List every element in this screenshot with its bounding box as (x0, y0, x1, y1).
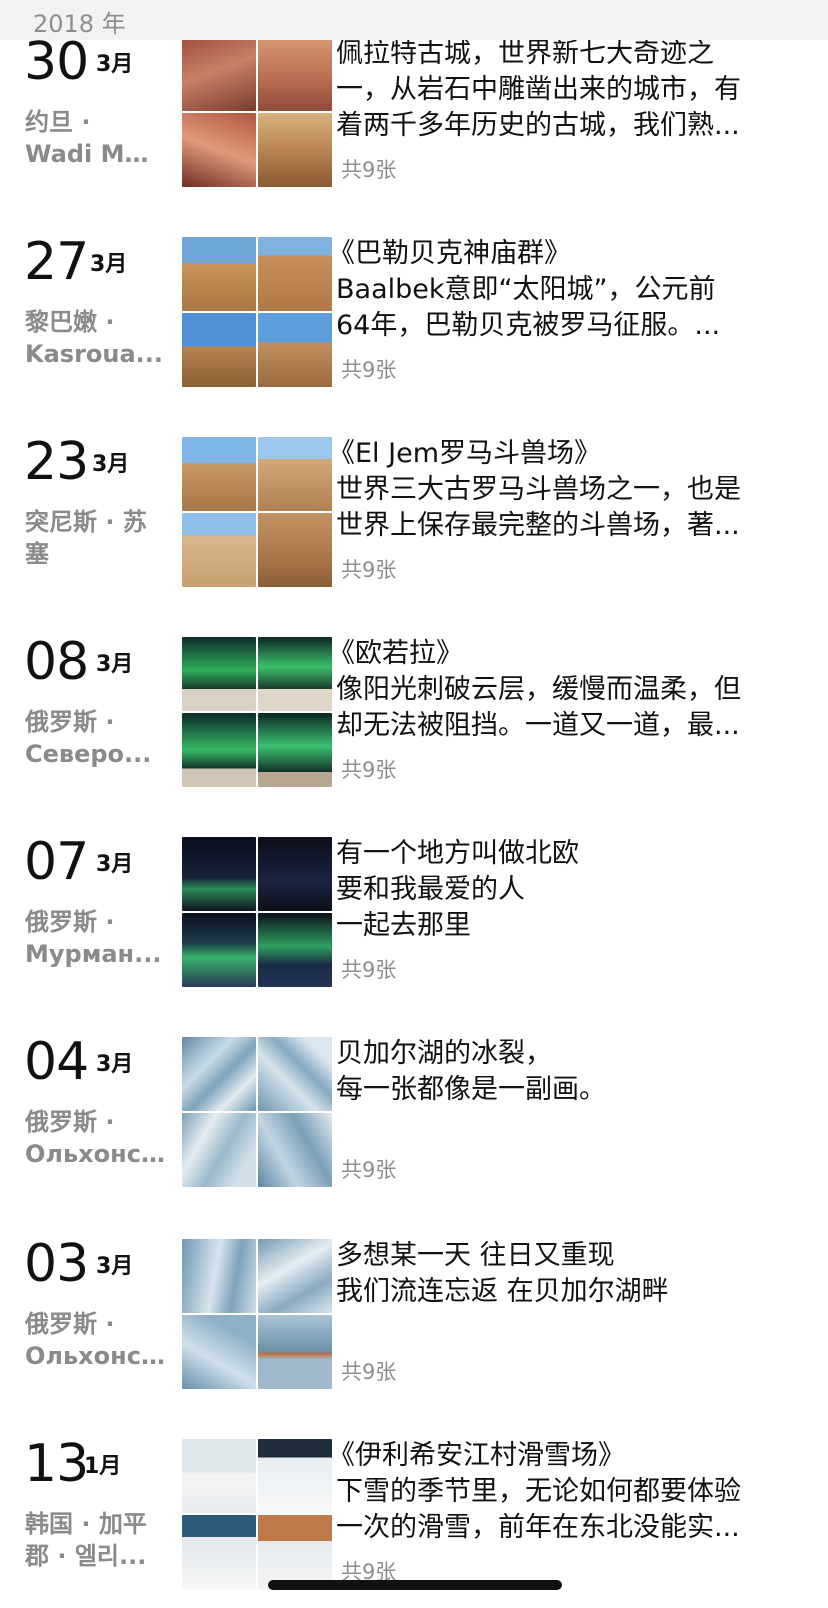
photo-thumbnail[interactable] (182, 513, 256, 587)
entry-text: 《El Jem罗马斗兽场》 世界三大古罗马斗兽场之一，也是 世界上保存最完整的斗… (328, 438, 741, 541)
thumbnail-grid[interactable] (182, 237, 332, 387)
photo-thumbnail[interactable] (258, 1515, 332, 1589)
moment-entry[interactable]: 08 3月 俄罗斯 · Северо... 《欧若拉》 像阳光刺破云层，缓慢而温… (0, 636, 828, 806)
moment-entry[interactable]: 30 3月 约旦 · Wadi Mu... 佩拉特古城，世界新七大奇迹之 一，从… (0, 36, 828, 206)
photo-thumbnail[interactable] (182, 1113, 256, 1187)
photo-thumbnail[interactable] (182, 1439, 256, 1513)
photo-thumbnail[interactable] (182, 1037, 256, 1111)
photo-thumbnail[interactable] (182, 1315, 256, 1389)
photo-thumbnail[interactable] (182, 913, 256, 987)
entry-text: 《伊利希安江村滑雪场》 下雪的季节里，无论如何都要体验 一次的滑雪，前年在东北没… (328, 1440, 741, 1543)
thumbnail-grid[interactable] (182, 1439, 332, 1589)
entry-day: 30 (24, 32, 89, 92)
thumbnail-grid[interactable] (182, 837, 332, 987)
thumbnail-grid[interactable] (182, 437, 332, 587)
photo-thumbnail[interactable] (182, 713, 256, 787)
entry-month: 3月 (92, 452, 130, 477)
entry-day: 23 (24, 432, 89, 492)
entry-location: 约旦 · Wadi Mu... (25, 108, 165, 168)
entry-month: 3月 (96, 1052, 134, 1077)
photo-thumbnail[interactable] (182, 837, 256, 911)
entry-month: 3月 (96, 852, 134, 877)
entry-location: 俄罗斯 · Ольхонс... (25, 1310, 165, 1370)
entry-text: 《欧若拉》 像阳光刺破云层，缓慢而温柔，但 却无法被阻挡。一道又一道，最... (328, 638, 741, 741)
photo-thumbnail[interactable] (258, 1037, 332, 1111)
thumbnail-grid[interactable] (182, 1239, 332, 1389)
photo-thumbnail[interactable] (258, 1113, 332, 1187)
photo-thumbnail[interactable] (258, 437, 332, 511)
moment-entry[interactable]: 04 3月 俄罗斯 · Ольхонс... 贝加尔湖的冰裂， 每一张都像是一副… (0, 1036, 828, 1206)
entry-month: 3月 (96, 1254, 134, 1279)
entry-text: 有一个地方叫做北欧 要和我最爱的人 一起去那里 (336, 838, 579, 941)
year-section-header: 2018 年 (0, 0, 828, 40)
photo-thumbnail[interactable] (258, 37, 332, 111)
entry-location: 突尼斯 · 苏 塞 (25, 508, 147, 568)
entry-month: 3月 (96, 52, 134, 77)
entry-location: 俄罗斯 · Северо... (25, 708, 152, 768)
entry-location: 韩国 · 加平 郡 · 엘리... (25, 1510, 147, 1570)
photo-thumbnail[interactable] (258, 313, 332, 387)
photo-thumbnail[interactable] (182, 1239, 256, 1313)
photo-count: 共9张 (341, 558, 397, 582)
photo-count: 共9张 (341, 758, 397, 782)
entry-day: 03 (24, 1234, 89, 1294)
photo-thumbnail[interactable] (182, 1515, 256, 1589)
moment-entry[interactable]: 23 3月 突尼斯 · 苏 塞 《El Jem罗马斗兽场》 世界三大古罗马斗兽场… (0, 436, 828, 606)
moment-entry[interactable]: 27 3月 黎巴嫩 · Kasroua... 《巴勒贝克神庙群》 Baalbek… (0, 236, 828, 406)
entry-day: 13 (24, 1434, 89, 1494)
photo-count: 共9张 (341, 358, 397, 382)
photo-count: 共9张 (341, 158, 397, 182)
entry-day: 07 (24, 832, 89, 892)
photo-thumbnail[interactable] (258, 837, 332, 911)
entry-text: 贝加尔湖的冰裂， 每一张都像是一副画。 (336, 1038, 606, 1105)
photo-thumbnail[interactable] (182, 637, 256, 711)
photo-thumbnail[interactable] (258, 1315, 332, 1389)
home-indicator[interactable] (268, 1580, 562, 1590)
thumbnail-grid[interactable] (182, 637, 332, 787)
photo-count: 共9张 (341, 1360, 397, 1384)
entry-month: 3月 (90, 252, 128, 277)
entry-location: 黎巴嫩 · Kasroua... (25, 308, 164, 368)
thumbnail-grid[interactable] (182, 37, 332, 187)
entry-text: 佩拉特古城，世界新七大奇迹之 一，从岩石中雕凿出来的城市，有 着两千多年历史的古… (336, 38, 741, 141)
photo-thumbnail[interactable] (258, 237, 332, 311)
moment-entry[interactable]: 03 3月 俄罗斯 · Ольхонс... 多想某一天 往日又重现 我们流连忘… (0, 1238, 828, 1408)
photo-thumbnail[interactable] (182, 313, 256, 387)
photo-count: 共9张 (341, 958, 397, 982)
photo-thumbnail[interactable] (182, 437, 256, 511)
entry-text: 多想某一天 往日又重现 我们流连忘返 在贝加尔湖畔 (336, 1240, 669, 1307)
photo-thumbnail[interactable] (258, 1439, 332, 1513)
entry-month: 1月 (84, 1454, 122, 1479)
moment-entry[interactable]: 07 3月 俄罗斯 · Мурман... 有一个地方叫做北欧 要和我最爱的人 … (0, 836, 828, 1006)
entry-day: 27 (24, 232, 89, 292)
entry-day: 04 (24, 1032, 89, 1092)
photo-count: 共9张 (341, 1158, 397, 1182)
photo-thumbnail[interactable] (258, 913, 332, 987)
photo-thumbnail[interactable] (182, 237, 256, 311)
photo-thumbnail[interactable] (182, 37, 256, 111)
photo-thumbnail[interactable] (258, 513, 332, 587)
thumbnail-grid[interactable] (182, 1037, 332, 1187)
entry-day: 08 (24, 632, 89, 692)
photo-thumbnail[interactable] (182, 113, 256, 187)
year-label: 2018 年 (33, 10, 126, 38)
photo-thumbnail[interactable] (258, 713, 332, 787)
entry-text: 《巴勒贝克神庙群》 Baalbek意即“太阳城”，公元前 64年，巴勒贝克被罗马… (328, 238, 721, 341)
photo-thumbnail[interactable] (258, 113, 332, 187)
entry-month: 3月 (96, 652, 134, 677)
entry-location: 俄罗斯 · Ольхонс... (25, 1108, 165, 1168)
photo-thumbnail[interactable] (258, 637, 332, 711)
entry-location: 俄罗斯 · Мурман... (25, 908, 162, 968)
photo-thumbnail[interactable] (258, 1239, 332, 1313)
